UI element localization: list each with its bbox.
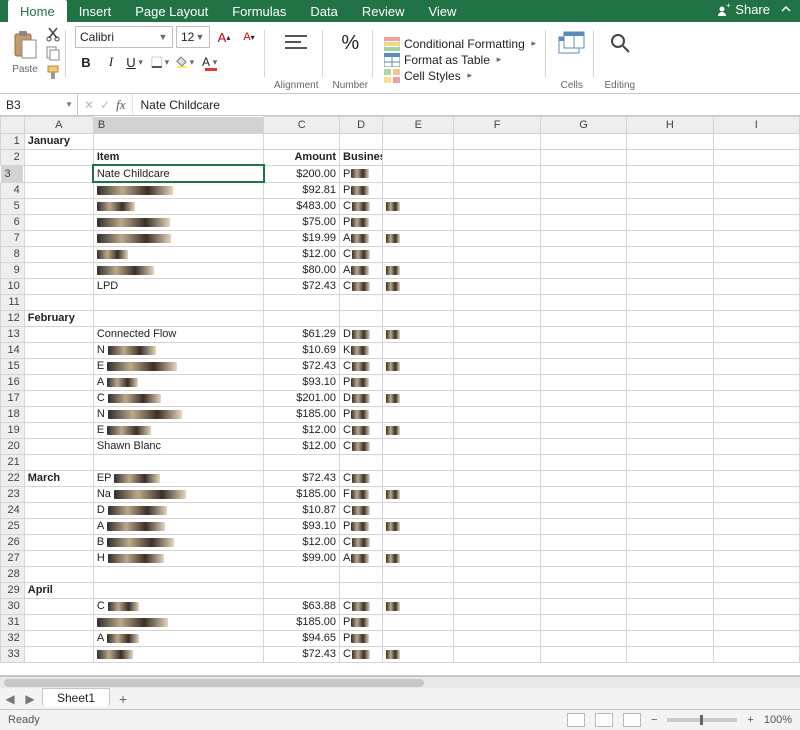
table-row[interactable]: 13Connected Flow$61.29D [1, 326, 800, 342]
copy-icon[interactable] [45, 45, 61, 61]
cells-button[interactable] [555, 26, 589, 60]
table-row[interactable]: 29April [1, 582, 800, 598]
sheet-tab[interactable]: Sheet1 [42, 688, 110, 707]
format-as-table-button[interactable]: Format as Table▸ [382, 52, 506, 68]
group-clipboard: Paste [6, 24, 65, 93]
tab-insert[interactable]: Insert [67, 0, 124, 22]
group-cells: Cells [545, 24, 593, 93]
group-alignment: Alignment [264, 24, 322, 93]
enter-icon[interactable]: ✓ [100, 98, 110, 112]
table-row[interactable]: 5 $483.00C [1, 198, 800, 214]
table-row[interactable]: 3Nate Childcare$200.00P [1, 165, 800, 182]
spreadsheet-grid[interactable]: A B C D E F G H I 1January2ItemAmountBus… [0, 116, 800, 676]
table-row[interactable]: 4 $92.81P [1, 182, 800, 198]
formula-input[interactable]: Nate Childcare [133, 94, 800, 115]
ribbon: Paste Calibri▼ 12▼ A▴ A▾ B I U▾ ▾ ▾ [0, 22, 800, 94]
table-row[interactable]: 33 $72.43C [1, 646, 800, 662]
fill-color-button[interactable]: ▾ [175, 52, 197, 72]
select-all-corner[interactable] [1, 117, 25, 134]
italic-button[interactable]: I [100, 52, 122, 72]
table-row[interactable]: 26B $12.00C [1, 534, 800, 550]
table-row[interactable]: 9 $80.00A [1, 262, 800, 278]
group-styles: Conditional Formatting▸ Format as Table▸… [372, 24, 545, 93]
table-row[interactable]: 14N $10.69K [1, 342, 800, 358]
table-row[interactable]: 28 [1, 566, 800, 582]
tab-data[interactable]: Data [298, 0, 349, 22]
font-name-select[interactable]: Calibri▼ [75, 26, 173, 48]
formula-bar: B3▼ ✕ ✓ fx Nate Childcare [0, 94, 800, 116]
table-row[interactable]: 27H $99.00A [1, 550, 800, 566]
name-box[interactable]: B3▼ [0, 94, 78, 115]
fx-icon[interactable]: fx [116, 97, 125, 113]
decrease-font-icon[interactable]: A▾ [238, 27, 260, 47]
group-number: % Number [322, 24, 372, 93]
alignment-button[interactable] [279, 26, 313, 60]
increase-font-icon[interactable]: A▴ [213, 27, 235, 47]
format-painter-icon[interactable] [45, 64, 61, 80]
borders-button[interactable]: ▾ [150, 52, 172, 72]
table-row[interactable]: 6 $75.00P [1, 214, 800, 230]
table-row[interactable]: 18N $185.00P [1, 406, 800, 422]
page-layout-view-icon[interactable] [595, 713, 613, 727]
conditional-formatting-button[interactable]: Conditional Formatting▸ [382, 36, 541, 52]
share-button[interactable]: + Share [717, 2, 770, 17]
table-row[interactable]: 16A $93.10P [1, 374, 800, 390]
table-row[interactable]: 24D $10.87C [1, 502, 800, 518]
add-sheet-button[interactable]: + [112, 691, 134, 707]
table-row[interactable]: 8 $12.00C [1, 246, 800, 262]
sheet-next-icon[interactable]: ▶ [20, 692, 40, 706]
font-size-select[interactable]: 12▼ [176, 26, 210, 48]
ribbon-tabbar: Home Insert Page Layout Formulas Data Re… [0, 0, 800, 22]
cells-label: Cells [561, 80, 583, 93]
table-row[interactable]: 1January [1, 133, 800, 149]
share-icon: + [717, 3, 731, 17]
paste-icon[interactable] [10, 30, 40, 62]
table-row[interactable]: 11 [1, 294, 800, 310]
underline-button[interactable]: U▾ [125, 52, 147, 72]
number-format-button[interactable]: % [333, 26, 367, 60]
column-headers[interactable]: A B C D E F G H I [1, 117, 800, 134]
editing-button[interactable] [603, 26, 637, 60]
table-row[interactable]: 25A $93.10P [1, 518, 800, 534]
table-row[interactable]: 23Na $185.00F [1, 486, 800, 502]
share-label: Share [735, 2, 770, 17]
table-row[interactable]: 30C $63.88C [1, 598, 800, 614]
editing-label: Editing [604, 80, 635, 93]
cell-styles-button[interactable]: Cell Styles▸ [382, 68, 477, 84]
horizontal-scrollbar[interactable] [0, 676, 800, 688]
table-row[interactable]: 2ItemAmountBusiness [1, 149, 800, 165]
table-row[interactable]: 12February [1, 310, 800, 326]
paste-label: Paste [12, 64, 38, 77]
sheet-prev-icon[interactable]: ◀ [0, 692, 20, 706]
group-editing: Editing [593, 24, 641, 93]
svg-text:+: + [726, 3, 731, 10]
group-font: Calibri▼ 12▼ A▴ A▾ B I U▾ ▾ ▾ A▾ [65, 24, 264, 93]
status-bar: Ready − + 100% [0, 710, 800, 730]
table-row[interactable]: 17C $201.00D [1, 390, 800, 406]
table-row[interactable]: 31 $185.00P [1, 614, 800, 630]
cancel-icon[interactable]: ✕ [84, 98, 94, 112]
table-row[interactable]: 15E $72.43C [1, 358, 800, 374]
font-color-button[interactable]: A▾ [200, 52, 222, 72]
page-break-view-icon[interactable] [623, 713, 641, 727]
table-row[interactable]: 32A $94.65P [1, 630, 800, 646]
table-row[interactable]: 22MarchEP $72.43C [1, 470, 800, 486]
sheet-tabs: ◀ ▶ Sheet1 + [0, 688, 800, 710]
collapse-ribbon-icon[interactable] [780, 3, 792, 15]
tab-home[interactable]: Home [8, 0, 67, 22]
tab-view[interactable]: View [417, 0, 469, 22]
table-row[interactable]: 7 $19.99A [1, 230, 800, 246]
number-label: Number [332, 80, 368, 93]
tab-formulas[interactable]: Formulas [220, 0, 298, 22]
table-row[interactable]: 21 [1, 454, 800, 470]
cut-icon[interactable] [45, 26, 61, 42]
alignment-label: Alignment [274, 80, 318, 93]
normal-view-icon[interactable] [567, 713, 585, 727]
table-row[interactable]: 20Shawn Blanc$12.00C [1, 438, 800, 454]
table-row[interactable]: 10LPD$72.43C [1, 278, 800, 294]
tab-page-layout[interactable]: Page Layout [123, 0, 220, 22]
table-row[interactable]: 19E $12.00C [1, 422, 800, 438]
bold-button[interactable]: B [75, 52, 97, 72]
tab-review[interactable]: Review [350, 0, 417, 22]
